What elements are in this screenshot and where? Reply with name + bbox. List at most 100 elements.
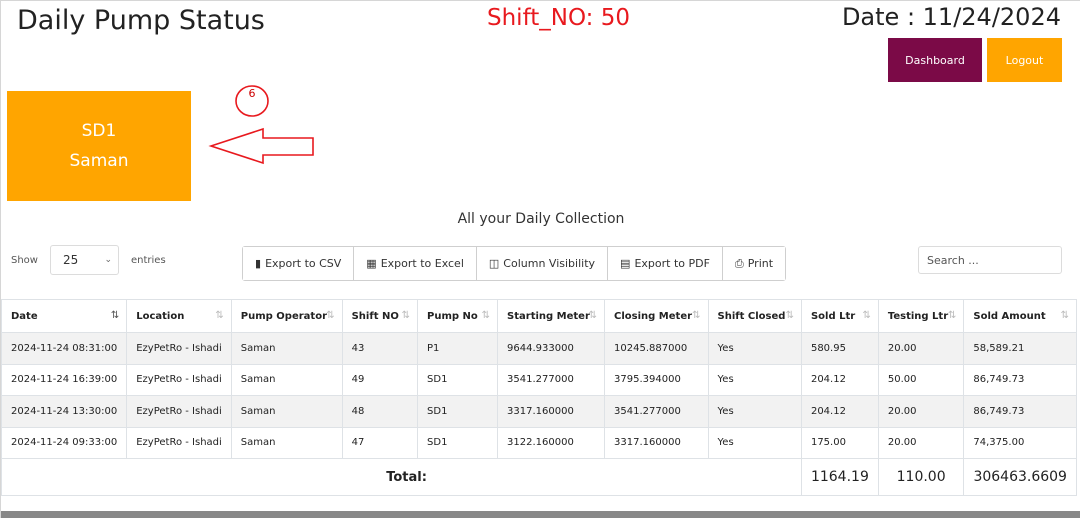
cell-pump-operator: Saman <box>230 426 343 459</box>
export-pdf-label: Export to PDF <box>634 257 710 270</box>
sort-icon[interactable]: ⇅ <box>482 310 490 321</box>
print-label: Print <box>747 257 774 270</box>
sort-icon[interactable]: ⇅ <box>589 310 597 321</box>
sort-icon[interactable]: ⇅ <box>1061 310 1069 321</box>
table-row: 2024-11-24 08:31:00 EzyPetRo - Ishadi Sa… <box>0 332 1077 365</box>
table-caption: All your Daily Collection <box>457 211 625 227</box>
logout-button[interactable]: Logout <box>987 38 1062 82</box>
cell-location: EzyPetRo - Ishadi <box>126 363 232 396</box>
column-header-location[interactable]: Location ⇅ <box>126 299 232 333</box>
table-row: 2024-11-24 09:33:00 EzyPetRo - Ishadi Sa… <box>0 426 1077 459</box>
export-pdf-button[interactable]: ▤ Export to PDF <box>608 247 723 280</box>
export-excel-label: Export to Excel <box>380 257 464 270</box>
column-header-shift-no[interactable]: Shift NO ⇅ <box>341 299 419 333</box>
cell-shift-no: 49 <box>341 363 419 396</box>
total-sold-ltr: 1164.19 <box>800 458 879 496</box>
column-header-testing-ltr[interactable]: Testing Ltr ⇅ <box>877 299 965 333</box>
print-button[interactable]: ⎙ Print <box>722 247 786 280</box>
column-header-date[interactable]: Date ⇅ <box>0 299 128 333</box>
cell-sold-amount: 86,749.73 <box>963 395 1077 428</box>
excel-icon: ▦ <box>366 257 377 270</box>
annotation-arrow <box>208 127 314 165</box>
cell-testing-ltr: 20.00 <box>877 395 965 428</box>
cell-sold-ltr: 175.00 <box>800 426 879 459</box>
column-visibility-button[interactable]: ◫ Column Visibility <box>476 247 609 280</box>
cell-testing-ltr: 20.00 <box>877 332 965 365</box>
entries-select[interactable]: 25 ⌄ <box>49 245 119 275</box>
cell-location: EzyPetRo - Ishadi <box>126 395 232 428</box>
shift-number: Shift_NO: 50 <box>487 5 631 31</box>
column-header-shift-closed[interactable]: Shift Closed ⇅ <box>707 299 802 333</box>
column-header-starting-meter[interactable]: Starting Meter ⇅ <box>497 299 606 333</box>
cell-starting-meter: 9644.933000 <box>497 332 606 365</box>
column-header-sold-amount[interactable]: Sold Amount ⇅ <box>963 299 1077 333</box>
cell-shift-no: 47 <box>341 426 419 459</box>
file-icon: ▮ <box>255 257 262 270</box>
collection-table: Date ⇅ Location ⇅ Pump Operator ⇅ Shift NO ⇅… <box>0 299 1077 496</box>
entries-control: Show 25 ⌄ entries <box>11 245 166 275</box>
sort-icon[interactable]: ⇅ <box>692 310 700 321</box>
cell-date: 2024-11-24 13:30:00 <box>0 395 128 428</box>
cell-starting-meter: 3317.160000 <box>497 395 606 428</box>
cell-closing-meter: 10245.887000 <box>604 332 709 365</box>
export-excel-button[interactable]: ▦ Export to Excel <box>354 247 477 280</box>
cell-shift-closed: Yes <box>707 332 802 365</box>
column-visibility-label: Column Visibility <box>503 257 596 270</box>
export-csv-button[interactable]: ▮ Export to CSV <box>243 247 355 280</box>
page: Daily Pump Status Shift_NO: 50 Date : 11… <box>0 0 1080 518</box>
export-csv-label: Export to CSV <box>265 257 342 270</box>
cell-shift-closed: Yes <box>707 395 802 428</box>
pump-card[interactable]: SD1 Saman <box>7 91 191 201</box>
column-header-pump-operator[interactable]: Pump Operator ⇅ <box>230 299 343 333</box>
show-label: Show <box>11 254 38 266</box>
export-toolbar: ▮ Export to CSV ▦ Export to Excel ◫ Colu… <box>242 246 787 281</box>
column-header-sold-ltr[interactable]: Sold Ltr ⇅ <box>800 299 879 333</box>
cell-pump-no: SD1 <box>417 363 499 396</box>
table-header-row: Date ⇅ Location ⇅ Pump Operator ⇅ Shift NO ⇅… <box>0 299 1077 333</box>
cell-testing-ltr: 20.00 <box>877 426 965 459</box>
dashboard-button[interactable]: Dashboard <box>888 38 982 82</box>
sort-desc-icon[interactable]: ⇅ <box>111 310 119 321</box>
sort-icon[interactable]: ⇅ <box>948 310 956 321</box>
search-input[interactable]: Search ... <box>918 246 1062 274</box>
pdf-icon: ▤ <box>620 257 631 270</box>
cell-sold-ltr: 580.95 <box>800 332 879 365</box>
chevron-down-icon: ⌄ <box>104 255 112 265</box>
total-testing-ltr: 110.00 <box>877 458 965 496</box>
total-label: Total: <box>1 458 802 496</box>
cell-sold-ltr: 204.12 <box>800 395 879 428</box>
cell-sold-amount: 74,375.00 <box>963 426 1077 459</box>
table-row: 2024-11-24 16:39:00 EzyPetRo - Ishadi Sa… <box>0 363 1077 396</box>
cell-testing-ltr: 50.00 <box>877 363 965 396</box>
cell-shift-no: 43 <box>341 332 419 365</box>
cell-shift-closed: Yes <box>707 363 802 396</box>
sort-icon[interactable]: ⇅ <box>215 310 223 321</box>
total-sold-amount: 306463.6609 <box>963 458 1077 496</box>
column-header-closing-meter[interactable]: Closing Meter ⇅ <box>604 299 709 333</box>
cell-pump-no: SD1 <box>417 395 499 428</box>
table-row: 2024-11-24 13:30:00 EzyPetRo - Ishadi Sa… <box>0 395 1077 428</box>
cell-shift-closed: Yes <box>707 426 802 459</box>
cell-shift-no: 48 <box>341 395 419 428</box>
annotation-badge-label: 6 <box>248 87 256 100</box>
cell-pump-operator: Saman <box>230 395 343 428</box>
sort-icon[interactable]: ⇅ <box>862 310 870 321</box>
cell-location: EzyPetRo - Ishadi <box>126 332 232 365</box>
sort-icon[interactable]: ⇅ <box>786 310 794 321</box>
cell-sold-amount: 86,749.73 <box>963 363 1077 396</box>
horizontal-scrollbar[interactable] <box>1 511 1080 518</box>
cell-closing-meter: 3795.394000 <box>604 363 709 396</box>
current-date: Date : 11/24/2024 <box>841 3 1061 31</box>
sort-icon[interactable]: ⇅ <box>326 310 334 321</box>
pump-card-operator: Saman <box>69 151 129 171</box>
column-header-pump-no[interactable]: Pump No ⇅ <box>417 299 499 333</box>
cell-closing-meter: 3317.160000 <box>604 426 709 459</box>
cell-sold-amount: 58,589.21 <box>963 332 1077 365</box>
sort-icon[interactable]: ⇅ <box>402 310 410 321</box>
cell-closing-meter: 3541.277000 <box>604 395 709 428</box>
cell-starting-meter: 3541.277000 <box>497 363 606 396</box>
cell-date: 2024-11-24 16:39:00 <box>0 363 128 396</box>
cell-location: EzyPetRo - Ishadi <box>126 426 232 459</box>
print-icon: ⎙ <box>734 257 744 270</box>
table-footer-row: Total: 1164.19 110.00 306463.6609 <box>1 458 1077 496</box>
